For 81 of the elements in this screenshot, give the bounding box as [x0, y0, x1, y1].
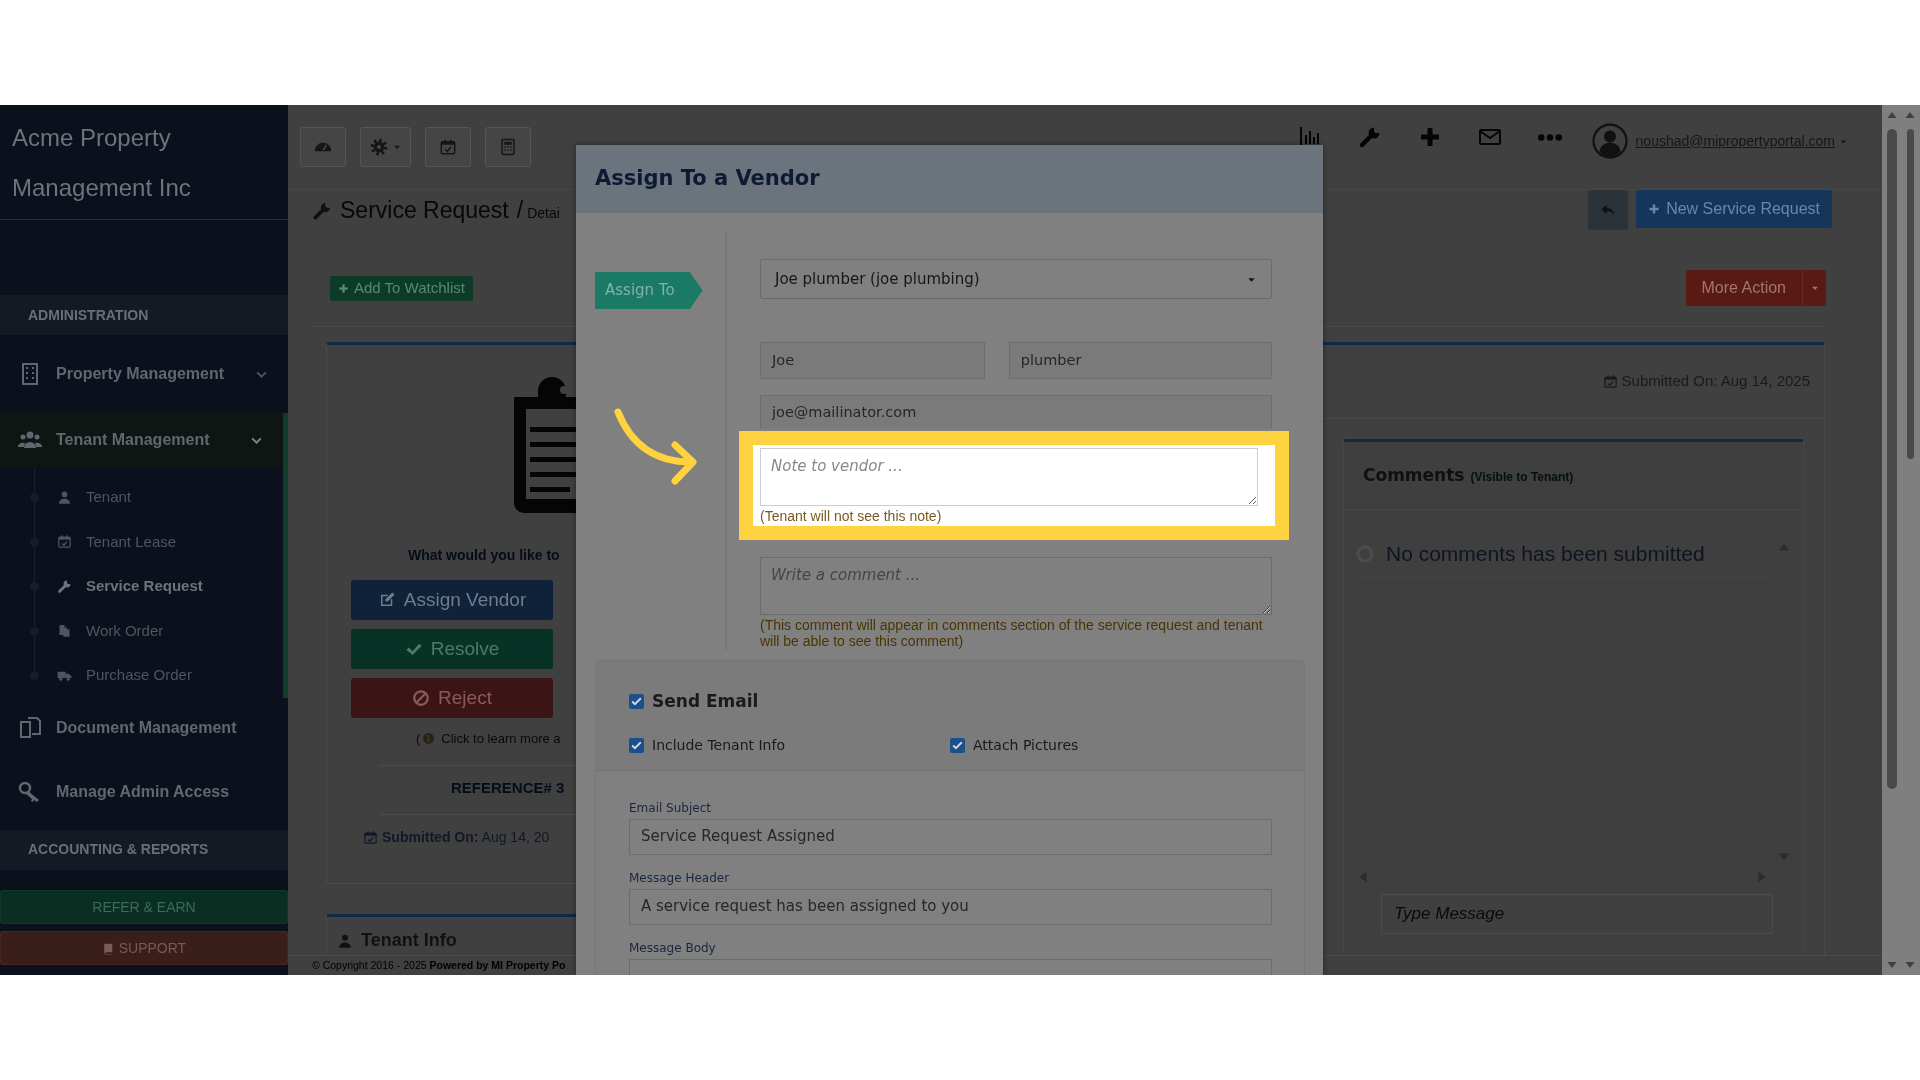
more-icon	[1537, 133, 1562, 141]
brand-name: Acme Property Management Inc	[11, 123, 192, 203]
section-header: ACCOUNTING & REPORTS	[0, 829, 288, 870]
comment-field[interactable]: Write a comment ...	[760, 557, 1272, 615]
calendar-icon	[363, 830, 378, 845]
dashboard-button[interactable]	[300, 127, 346, 167]
avatar-icon	[1591, 123, 1628, 159]
sidebar-item[interactable]: Document Management	[0, 701, 288, 754]
visibility-note: (Visible to Tenant)	[1470, 469, 1574, 486]
copyright-text: © Copyright 2016 - 2025 Powered by MI Property Po	[312, 959, 566, 971]
section-header: ADMINISTRATION	[0, 295, 288, 335]
calendar-icon	[1602, 374, 1618, 389]
checkbox[interactable]	[950, 737, 965, 753]
settings-button[interactable]	[360, 127, 411, 167]
more-action-button[interactable]: More Action	[1685, 270, 1802, 306]
menu-icon	[18, 715, 42, 740]
submenu-item[interactable]: Service Request	[0, 564, 283, 609]
assign-button[interactable]: Assign Vendor	[351, 580, 553, 620]
calendar-icon	[439, 138, 457, 156]
plus-icon	[1648, 203, 1661, 215]
prompt-text: What would you like to	[408, 547, 560, 563]
refer-button[interactable]: REFER & EARN	[0, 889, 288, 924]
back-button[interactable]	[1588, 190, 1629, 230]
field-label: Email Subject	[629, 799, 712, 817]
new-service-request-button[interactable]: New Service Request	[1636, 190, 1832, 228]
assign-to-tag: Assign To	[595, 272, 703, 309]
submenu-icon	[57, 578, 72, 594]
scrollbar-thumb[interactable]	[1887, 129, 1897, 789]
sidebar-item[interactable]: Tenant Management	[0, 413, 288, 467]
submenu-icon	[57, 623, 72, 639]
more-button[interactable]	[1537, 133, 1562, 141]
book-icon	[101, 942, 115, 956]
option-label: Attach Pictures	[973, 735, 1079, 755]
reject-button[interactable]: Reject	[351, 678, 553, 718]
vendor-select[interactable]: Joe plumber (joe plumbing)	[760, 259, 1272, 299]
wrench-button[interactable]	[1357, 125, 1382, 149]
reference-number: REFERENCE# 3	[451, 778, 565, 796]
sidebar-item[interactable]: Property Management	[0, 347, 288, 401]
checkbox[interactable]	[629, 694, 644, 710]
submenu-item[interactable]: Tenant Lease	[0, 519, 283, 564]
user-icon	[337, 932, 353, 949]
option-label: Include Tenant Info	[652, 735, 785, 755]
paren-text: (	[416, 730, 421, 748]
wrench-icon	[1357, 125, 1382, 149]
submenu-icon	[57, 489, 72, 505]
calendar-button[interactable]	[425, 127, 471, 167]
menu-icon	[18, 779, 42, 804]
dropdown-toggle[interactable]	[1802, 270, 1826, 306]
support-button[interactable]: SUPPORT	[0, 930, 288, 965]
comment-hint: (This comment will appear in comments section of the service request and tenant will be able to see this comment)	[760, 617, 1264, 649]
breadcrumb: Detai	[527, 203, 560, 223]
email-field[interactable]: joe@mailinator.com	[760, 395, 1272, 429]
note-hint: (Tenant will not see this note)	[760, 508, 943, 524]
note-field[interactable]: Note to vendor ...	[760, 448, 1258, 506]
settings-icon	[369, 137, 389, 157]
learn-more-link[interactable]: Click to learn more a	[441, 729, 561, 749]
text-field[interactable]: A service request has been assigned to you	[629, 888, 1272, 925]
calculator-button[interactable]	[485, 127, 531, 167]
watchlist-button[interactable]: Add To Watchlist	[330, 275, 473, 301]
resolve-button[interactable]: Resolve	[351, 629, 553, 669]
field-label: Message Body	[629, 939, 717, 957]
modal-title: Assign To a Vendor	[595, 166, 820, 192]
submenu-item[interactable]: Purchase Order	[0, 653, 283, 698]
breadcrumb-separator: /	[516, 195, 524, 225]
calculator-icon	[499, 138, 517, 156]
text-field[interactable]: Service Request Assigned	[629, 818, 1272, 855]
sidebar-item[interactable]: Manage Admin Access	[0, 765, 288, 818]
submenu-item[interactable]: Tenant	[0, 475, 283, 520]
checkbox[interactable]	[629, 737, 644, 753]
plus-icon	[338, 282, 349, 294]
field-label: Message Header	[629, 869, 731, 887]
scrollbar-thumb[interactable]	[1906, 129, 1914, 459]
submenu-item[interactable]: Work Order	[0, 608, 283, 653]
last-name-field[interactable]: plumber	[1008, 342, 1272, 379]
info-icon	[422, 732, 436, 746]
ban-icon	[412, 689, 431, 707]
page-title: Service Request	[340, 195, 509, 225]
wrench-icon	[312, 200, 332, 221]
first-name-field[interactable]: Joe	[760, 342, 985, 379]
submenu-icon	[57, 534, 72, 550]
send-email-label: Send Email	[652, 690, 759, 713]
